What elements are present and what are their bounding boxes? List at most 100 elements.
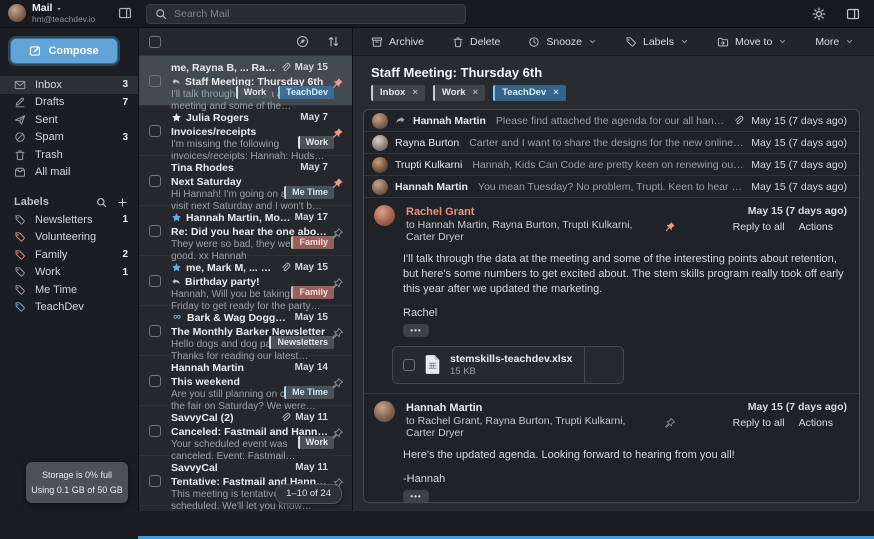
sort-icon[interactable] — [327, 35, 340, 48]
email-date: May 15 — [295, 262, 328, 273]
email-list-item[interactable]: SavvyCal (2) May 11 Canceled: Fastmail a… — [139, 406, 352, 456]
email-checkbox[interactable] — [149, 475, 161, 487]
add-label-icon[interactable] — [117, 197, 128, 208]
thread-tag-inbox[interactable]: Inbox × — [371, 85, 425, 101]
email-list-item[interactable]: me, Rayna B, ... Rachel G (6) May 15 Sta… — [139, 56, 352, 106]
sidebar-item-trash[interactable]: Trash — [0, 146, 138, 164]
toolbar-snooze-button[interactable]: Snooze — [528, 36, 597, 48]
avatar — [374, 205, 395, 226]
select-all-checkbox[interactable] — [149, 36, 161, 48]
email-checkbox[interactable] — [149, 125, 161, 137]
email-list-item[interactable]: Mark Martin May 7 Sick kiddo School nurs… — [139, 506, 352, 511]
email-checkbox[interactable] — [149, 175, 161, 187]
sidebar-item-drafts[interactable]: Drafts 7 — [0, 94, 138, 112]
email-checkbox[interactable] — [149, 225, 161, 237]
message-recipients[interactable]: to Hannah Martin, Rayna Burton, Trupti K… — [406, 219, 656, 243]
settings-gear-icon[interactable] — [812, 7, 826, 21]
message-sender[interactable]: Hannah Martin — [406, 401, 656, 415]
sidebar-label-family[interactable]: Family 2 — [0, 246, 138, 264]
star-icon[interactable] — [171, 212, 182, 223]
label-search-icon[interactable] — [96, 197, 107, 208]
email-checkbox[interactable] — [149, 275, 161, 287]
download-button[interactable] — [584, 347, 623, 383]
chevron-down-icon — [845, 37, 854, 46]
toolbar-labels-button[interactable]: Labels — [625, 36, 689, 48]
reading-pane-toggle-icon[interactable] — [846, 7, 860, 21]
sidebar-label-me-time[interactable]: Me Time — [0, 281, 138, 299]
actions-button[interactable]: Actions — [799, 221, 847, 233]
thread-tag-work[interactable]: Work × — [433, 85, 485, 101]
toolbar-more-button[interactable]: More — [815, 36, 854, 48]
email-list-item[interactable]: ∞ Bark & Wag Doggy Daycare May 15 The Mo… — [139, 306, 352, 356]
compose-button[interactable]: Compose — [10, 38, 118, 64]
sidebar-item-inbox[interactable]: Inbox 3 — [0, 76, 138, 94]
quoted-text-toggle[interactable]: ••• — [403, 490, 429, 503]
pin-icon[interactable] — [331, 277, 344, 290]
email-checkbox[interactable] — [149, 425, 161, 437]
email-checkbox[interactable] — [149, 75, 161, 87]
email-checkbox[interactable] — [149, 325, 161, 337]
pin-icon[interactable] — [331, 177, 344, 190]
chevron-down-icon — [680, 37, 689, 46]
toolbar-delete-button[interactable]: Delete — [452, 36, 500, 48]
email-list-item[interactable]: Julia Rogers May 7 Invoices/receipts I'm… — [139, 106, 352, 156]
sidebar-item-spam[interactable]: Spam 3 — [0, 129, 138, 147]
body-paragraph: Here's the updated agenda. Looking forwa… — [403, 448, 847, 463]
reply-all-button[interactable]: Reply to all — [716, 417, 785, 429]
sidebar-item-all-mail[interactable]: All mail — [0, 164, 138, 182]
actions-button[interactable]: Actions — [799, 417, 847, 429]
star-icon[interactable] — [171, 112, 182, 123]
pin-icon[interactable] — [331, 327, 344, 340]
message-sender[interactable]: Rachel Grant — [406, 205, 656, 219]
mark-unread-icon[interactable] — [690, 221, 702, 233]
email-sender: SavvyCal — [171, 462, 291, 474]
reply-all-button[interactable]: Reply to all — [716, 221, 785, 233]
attachment-card[interactable]: stemskills-teachdev.xlsx 15 KB — [392, 346, 624, 384]
pin-icon[interactable] — [331, 227, 344, 240]
thread-tag-teachdev[interactable]: TeachDev × — [493, 85, 566, 101]
toolbar-archive-button[interactable]: Archive — [371, 36, 424, 48]
label-name: Work — [35, 266, 113, 278]
remove-tag-icon[interactable]: × — [553, 87, 559, 98]
filter-pinned-icon[interactable] — [296, 35, 309, 48]
toolbar-move-to-button[interactable]: Move to — [717, 36, 787, 48]
collapsed-message-row[interactable]: Rayna Burton Carter and I want to share … — [364, 132, 859, 154]
email-checkbox[interactable] — [149, 375, 161, 387]
caret-down-icon — [55, 5, 63, 13]
account-avatar[interactable] — [8, 4, 26, 22]
pin-icon[interactable] — [664, 221, 676, 233]
star-icon[interactable] — [171, 262, 182, 273]
sidebar-item-sent[interactable]: Sent — [0, 111, 138, 129]
remove-tag-icon[interactable]: × — [473, 87, 479, 98]
collapsed-message-row[interactable]: Hannah Martin You mean Tuesday? No probl… — [364, 176, 859, 198]
email-list-item[interactable]: Tina Rhodes May 7 Next Saturday Hi Hanna… — [139, 156, 352, 206]
pin-icon[interactable] — [331, 377, 344, 390]
email-list-item[interactable]: Hannah Martin, Mom (4) May 17 Re: Did yo… — [139, 206, 352, 256]
pin-icon[interactable] — [331, 427, 344, 440]
account-switcher[interactable]: Mail hm@teachdev.io — [0, 3, 138, 24]
sidebar-label-newsletters[interactable]: Newsletters 1 — [0, 211, 138, 229]
account-info[interactable]: Mail hm@teachdev.io — [32, 3, 112, 24]
replied-icon — [171, 277, 181, 287]
sidebar-toggle-icon[interactable] — [118, 6, 132, 20]
pagination-indicator: 1–10 of 24 — [275, 484, 342, 504]
pin-icon[interactable] — [664, 417, 676, 429]
message-date: May 15 (7 days ago) — [748, 401, 847, 413]
pin-icon[interactable] — [331, 77, 344, 90]
search-input[interactable] — [174, 8, 457, 20]
email-list-item[interactable]: me, Mark M, ... Mary G (8) May 15 Birthd… — [139, 256, 352, 306]
mark-unread-icon[interactable] — [690, 417, 702, 429]
folder-count-badge: 7 — [122, 97, 128, 108]
remove-tag-icon[interactable]: × — [412, 87, 418, 98]
quoted-text-toggle[interactable]: ••• — [403, 324, 429, 337]
attachment-checkbox[interactable] — [403, 359, 415, 371]
sidebar-label-work[interactable]: Work 1 — [0, 264, 138, 282]
sidebar-label-teachdev[interactable]: TeachDev — [0, 299, 138, 317]
sidebar-label-volunteering[interactable]: Volunteering — [0, 229, 138, 247]
collapsed-message-row[interactable]: Hannah Martin Please find attached the a… — [364, 110, 859, 132]
search-bar[interactable] — [146, 4, 466, 24]
message-recipients[interactable]: to Rachel Grant, Rayna Burton, Trupti Ku… — [406, 415, 656, 439]
pin-icon[interactable] — [331, 127, 344, 140]
email-list-item[interactable]: Hannah Martin May 14 This weekend Are yo… — [139, 356, 352, 406]
collapsed-message-row[interactable]: Trupti Kulkarni Hannah, Kids Can Code ar… — [364, 154, 859, 176]
